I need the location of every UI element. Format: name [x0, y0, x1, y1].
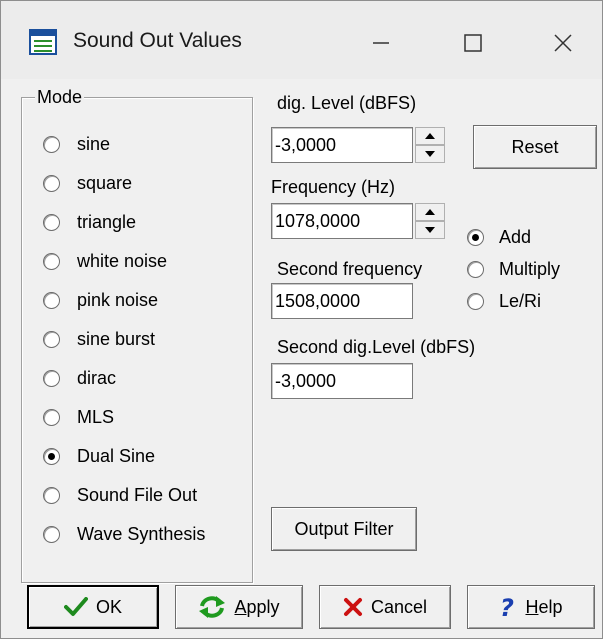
minimize-icon[interactable] [351, 21, 411, 65]
arrow-down-icon [425, 151, 435, 157]
help-label: Help [525, 597, 562, 618]
radio-button-selected[interactable] [43, 448, 60, 465]
frequency-spinner[interactable] [415, 203, 445, 239]
combine-option-label: Add [499, 227, 532, 247]
mode-option-label: white noise [77, 251, 168, 271]
output-filter-label: Output Filter [294, 518, 394, 539]
mode-option-label: Dual Sine [77, 446, 156, 466]
radio-button[interactable] [43, 409, 60, 426]
arrow-down-icon [425, 227, 435, 233]
help-question-icon: ? [500, 595, 514, 619]
spin-down-button[interactable] [415, 221, 445, 239]
mode-option-label: sine [77, 134, 111, 154]
ok-label: OK [95, 596, 122, 617]
spin-up-button[interactable] [415, 127, 445, 145]
cancel-label: Cancel [370, 596, 428, 617]
help-button[interactable]: ? Help [467, 585, 595, 629]
radio-dot [48, 453, 55, 460]
spin-up-button[interactable] [415, 203, 445, 221]
radio-button[interactable] [43, 331, 60, 348]
frequency-input[interactable]: 1078,0000 [271, 203, 413, 239]
level-input[interactable]: -3,0000 [271, 127, 413, 163]
mode-option-label: square [77, 173, 133, 193]
svg-text:?: ? [500, 595, 514, 619]
mode-option-label: dirac [77, 368, 117, 388]
arrow-up-icon [425, 133, 435, 139]
combine-option-label: Multiply [499, 259, 561, 279]
apply-label: Apply [234, 597, 279, 618]
output-filter-button[interactable]: Output Filter [271, 507, 417, 551]
radio-button[interactable] [43, 175, 60, 192]
second-frequency-label: Second frequency [277, 259, 423, 279]
mode-option-label: Wave Synthesis [77, 524, 206, 544]
mode-option-label: MLS [77, 407, 115, 427]
mode-legend: Mode [35, 87, 85, 108]
radio-button[interactable] [43, 487, 60, 504]
apply-label-rest: pply [246, 596, 280, 617]
mode-option-label: pink noise [77, 290, 159, 310]
mode-option-label: Sound File Out [77, 485, 198, 505]
second-frequency-input[interactable]: 1508,0000 [271, 283, 413, 319]
level-spinner[interactable] [415, 127, 445, 163]
combine-option-label: Le/Ri [499, 291, 542, 311]
apply-button[interactable]: Apply [175, 585, 303, 629]
cancel-button[interactable]: Cancel [319, 585, 451, 629]
radio-dot [472, 234, 479, 241]
radio-button[interactable] [43, 370, 60, 387]
mode-option-label: sine burst [77, 329, 156, 349]
dialog-window: Sound Out Values Mode sine square triang… [0, 0, 603, 639]
frequency-label: Frequency (Hz) [271, 177, 396, 197]
radio-button-selected[interactable] [467, 229, 484, 246]
radio-button[interactable] [43, 253, 60, 270]
radio-button[interactable] [467, 293, 484, 310]
second-level-label: Second dig.Level (dbFS) [277, 337, 476, 357]
radio-button[interactable] [43, 214, 60, 231]
help-mnemonic: H [525, 596, 539, 617]
second-level-input[interactable]: -3,0000 [271, 363, 413, 399]
ok-button[interactable]: OK [27, 585, 159, 629]
radio-button[interactable] [467, 261, 484, 278]
checkmark-icon [63, 597, 88, 616]
reset-label: Reset [511, 136, 559, 157]
radio-button[interactable] [43, 136, 60, 153]
spin-down-button[interactable] [415, 145, 445, 163]
title-bar[interactable]: Sound Out Values [1, 1, 602, 79]
level-label: dig. Level (dBFS) [277, 93, 417, 113]
maximize-icon[interactable] [443, 21, 503, 65]
reset-button[interactable]: Reset [473, 125, 597, 169]
mode-option-label: triangle [77, 212, 137, 232]
radio-button[interactable] [43, 526, 60, 543]
help-label-rest: elp [538, 596, 563, 617]
apply-mnemonic: A [234, 596, 247, 617]
cancel-x-icon [343, 598, 362, 616]
radio-button[interactable] [43, 292, 60, 309]
close-icon[interactable] [533, 21, 593, 65]
arrow-up-icon [425, 209, 435, 215]
window-title: Sound Out Values [73, 29, 242, 52]
refresh-icon [199, 596, 226, 618]
app-icon [29, 29, 57, 55]
